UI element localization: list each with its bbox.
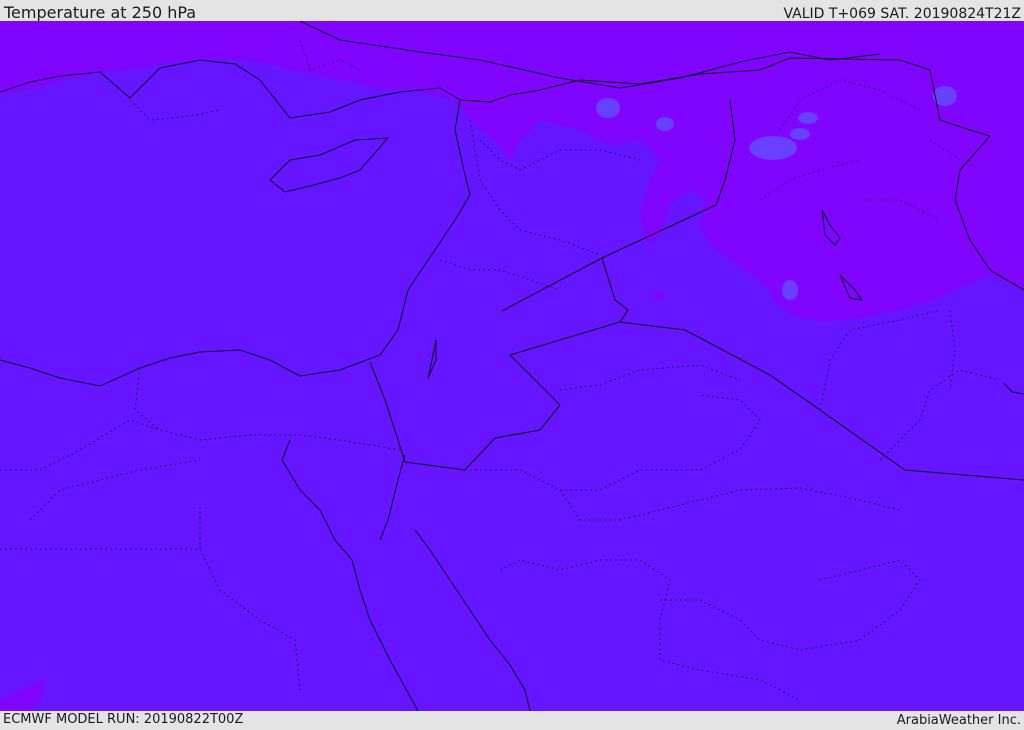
- credit-label: ArabiaWeather Inc.: [896, 713, 1021, 728]
- map-title: Temperature at 250 hPa: [4, 3, 197, 22]
- cold-patch-3: [790, 128, 810, 140]
- cold-patch-4: [798, 112, 818, 124]
- cold-patch-6: [596, 98, 620, 118]
- cold-patch-5: [656, 117, 674, 131]
- weather-map[interactable]: [0, 21, 1024, 711]
- header-bar: Temperature at 250 hPa VALID T+069 SAT. …: [0, 0, 1024, 22]
- cold-patch-8: [654, 292, 664, 300]
- map-canvas: [0, 21, 1024, 711]
- footer-bar: ECMWF MODEL RUN: 20190822T00Z ArabiaWeat…: [0, 711, 1024, 729]
- valid-time: VALID T+069 SAT. 20190824T21Z: [783, 6, 1021, 22]
- cold-patch-1: [749, 136, 797, 160]
- model-run-label: ECMWF MODEL RUN: 20190822T00Z: [3, 712, 244, 727]
- cold-patch-7: [782, 280, 798, 300]
- warm-patch: [501, 162, 525, 182]
